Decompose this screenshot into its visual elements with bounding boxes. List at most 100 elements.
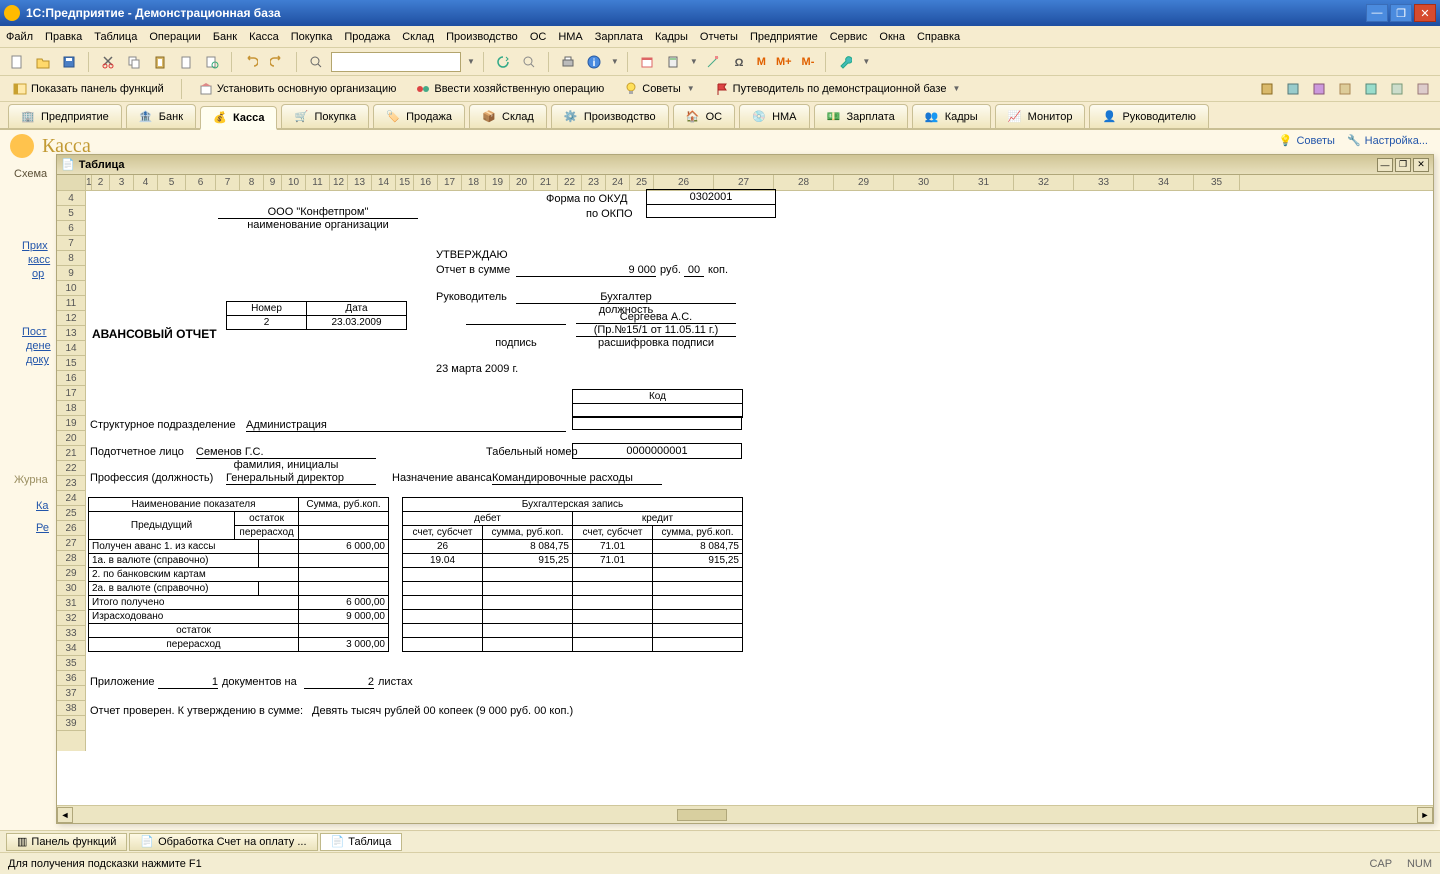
menu-kassa[interactable]: Касса [249, 31, 279, 43]
calculator-icon[interactable] [662, 51, 684, 73]
row-header-11[interactable]: 11 [57, 296, 85, 311]
col-header-32[interactable]: 32 [1014, 175, 1074, 190]
side-link-ka[interactable]: Ка [36, 500, 49, 512]
right-tool-7[interactable] [1412, 78, 1434, 100]
document-body[interactable]: Форма по ОКУД 0302001 по ОКПО ООО "Конфе… [86, 191, 1356, 751]
col-header-35[interactable]: 35 [1194, 175, 1240, 190]
minimize-button[interactable]: — [1366, 4, 1388, 22]
enter-operation-button[interactable]: Ввести хозяйственную операцию [409, 79, 611, 99]
refresh-icon[interactable] [492, 51, 514, 73]
menu-table[interactable]: Таблица [94, 31, 137, 43]
tab-monitor[interactable]: 📈Монитор [995, 104, 1086, 128]
right-tool-2[interactable] [1282, 78, 1304, 100]
row-header-33[interactable]: 33 [57, 626, 85, 641]
calc-dropdown-icon[interactable]: ▼ [690, 57, 698, 66]
tab-cashier[interactable]: 💰Касса [200, 106, 277, 130]
tips-button[interactable]: Советы▼ [617, 79, 701, 99]
row-header-31[interactable]: 31 [57, 596, 85, 611]
tab-manager[interactable]: 👤Руководителю [1089, 104, 1208, 128]
col-header-8[interactable]: 8 [240, 175, 264, 190]
menu-bank[interactable]: Банк [213, 31, 237, 43]
tab-enterprise[interactable]: 🏢Предприятие [8, 104, 122, 128]
scroll-left-button[interactable]: ◄ [57, 807, 73, 823]
combo-dropdown-icon[interactable]: ▼ [467, 57, 475, 66]
right-tool-3[interactable] [1308, 78, 1330, 100]
menu-company[interactable]: Предприятие [750, 31, 818, 43]
corner-cell[interactable] [57, 175, 85, 191]
row-header-16[interactable]: 16 [57, 371, 85, 386]
print-preview-icon[interactable] [201, 51, 223, 73]
col-header-27[interactable]: 27 [714, 175, 774, 190]
menu-edit[interactable]: Правка [45, 31, 82, 43]
row-header-39[interactable]: 39 [57, 716, 85, 731]
row-header-26[interactable]: 26 [57, 521, 85, 536]
tab-salary[interactable]: 💵Зарплата [814, 104, 908, 128]
side-link-incoming2[interactable]: касс [28, 254, 50, 266]
menu-buy[interactable]: Покупка [291, 31, 333, 43]
row-header-12[interactable]: 12 [57, 311, 85, 326]
menu-file[interactable]: Файл [6, 31, 33, 43]
row-header-29[interactable]: 29 [57, 566, 85, 581]
clipboard-icon[interactable] [175, 51, 197, 73]
col-header-24[interactable]: 24 [606, 175, 630, 190]
tab-sales[interactable]: 🏷️Продажа [373, 104, 465, 128]
info-icon[interactable]: i [583, 51, 605, 73]
row-header-22[interactable]: 22 [57, 461, 85, 476]
col-header-26[interactable]: 26 [654, 175, 714, 190]
task-table[interactable]: 📄Таблица [320, 833, 403, 851]
col-header-22[interactable]: 22 [558, 175, 582, 190]
task-processing[interactable]: 📄Обработка Счет на оплату ... [129, 833, 317, 851]
styles-icon[interactable] [702, 51, 724, 73]
col-header-28[interactable]: 28 [774, 175, 834, 190]
memory-mplus[interactable]: M+ [773, 56, 795, 68]
demo-guide-button[interactable]: Путеводитель по демонстрационной базе▼ [708, 79, 968, 99]
col-header-16[interactable]: 16 [414, 175, 438, 190]
menu-sell[interactable]: Продажа [344, 31, 390, 43]
side-link-receipt3[interactable]: доку [26, 354, 49, 366]
close-button[interactable]: ✕ [1414, 4, 1436, 22]
settings-link[interactable]: 🔧Настройка... [1347, 134, 1428, 147]
col-header-3[interactable]: 3 [110, 175, 134, 190]
menu-reports[interactable]: Отчеты [700, 31, 738, 43]
new-icon[interactable] [6, 51, 28, 73]
subwin-minimize-button[interactable]: — [1377, 158, 1393, 172]
menu-hr[interactable]: Кадры [655, 31, 688, 43]
scroll-right-button[interactable]: ► [1417, 807, 1433, 823]
horizontal-scrollbar[interactable]: ◄ ► [57, 805, 1433, 823]
row-header-17[interactable]: 17 [57, 386, 85, 401]
open-icon[interactable] [32, 51, 54, 73]
menu-production[interactable]: Производство [446, 31, 518, 43]
paste-icon[interactable] [149, 51, 171, 73]
row-header-18[interactable]: 18 [57, 401, 85, 416]
print-icon[interactable] [557, 51, 579, 73]
info-dropdown-icon[interactable]: ▼ [611, 57, 619, 66]
row-header-4[interactable]: 4 [57, 191, 85, 206]
col-header-25[interactable]: 25 [630, 175, 654, 190]
search-combo[interactable] [331, 52, 461, 72]
row-header-5[interactable]: 5 [57, 206, 85, 221]
col-header-29[interactable]: 29 [834, 175, 894, 190]
font-icon[interactable]: Ω [728, 51, 750, 73]
row-header-14[interactable]: 14 [57, 341, 85, 356]
right-tool-6[interactable] [1386, 78, 1408, 100]
sheet-viewport[interactable]: 4567891011121314151617181920212223242526… [57, 175, 1433, 805]
right-tool-5[interactable] [1360, 78, 1382, 100]
tab-os[interactable]: 🏠ОС [673, 104, 736, 128]
menu-windows[interactable]: Окна [879, 31, 905, 43]
col-header-23[interactable]: 23 [582, 175, 606, 190]
tab-nma[interactable]: 💿НМА [739, 104, 809, 128]
menu-operations[interactable]: Операции [149, 31, 200, 43]
row-header-35[interactable]: 35 [57, 656, 85, 671]
col-header-5[interactable]: 5 [158, 175, 186, 190]
redo-icon[interactable] [266, 51, 288, 73]
side-link-re[interactable]: Ре [36, 522, 49, 534]
tab-warehouse[interactable]: 📦Склад [469, 104, 547, 128]
row-header-28[interactable]: 28 [57, 551, 85, 566]
row-header-20[interactable]: 20 [57, 431, 85, 446]
side-link-incoming[interactable]: Прих [22, 240, 48, 252]
menu-service[interactable]: Сервис [830, 31, 868, 43]
subwin-maximize-button[interactable]: ❐ [1395, 158, 1411, 172]
zoom-icon[interactable] [305, 51, 327, 73]
memory-mminus[interactable]: M- [799, 56, 818, 68]
row-header-23[interactable]: 23 [57, 476, 85, 491]
